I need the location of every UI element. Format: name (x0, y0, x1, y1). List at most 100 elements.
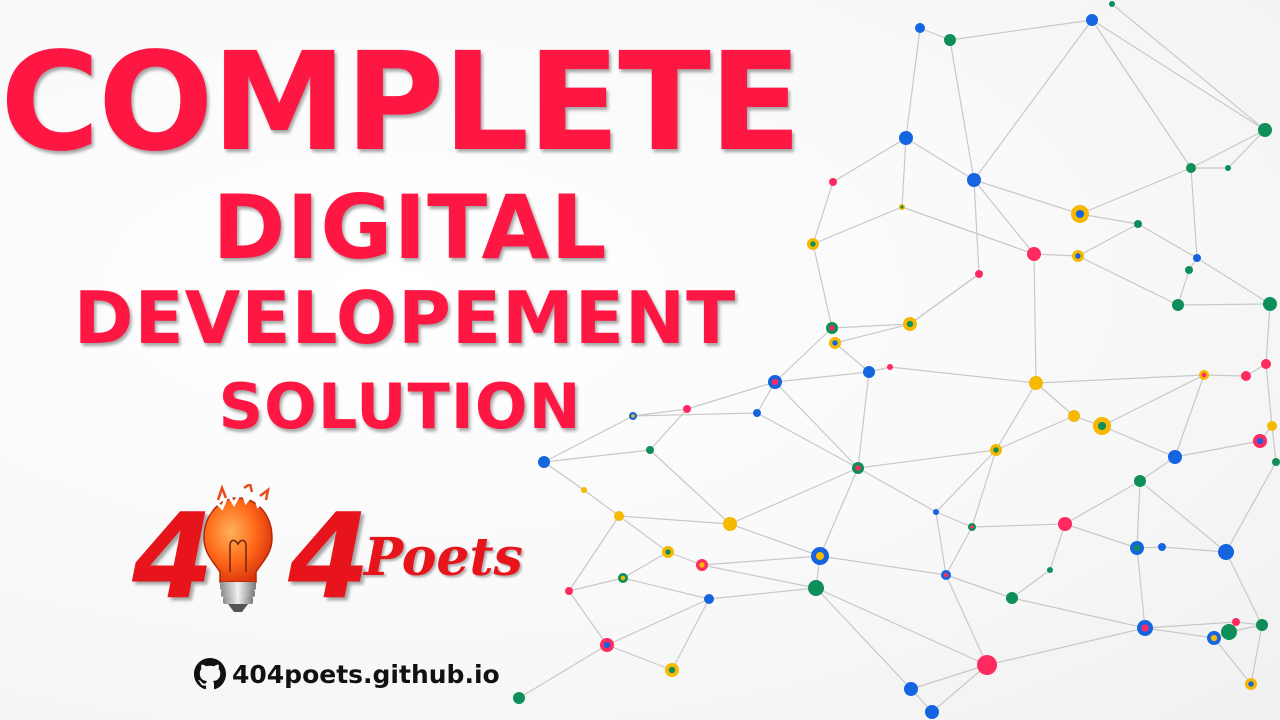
network-link (815, 587, 912, 690)
github-icon (194, 658, 226, 690)
network-link (1190, 129, 1266, 169)
network-node (513, 692, 525, 704)
network-link (834, 342, 870, 373)
network-node (1058, 517, 1072, 531)
network-link (819, 467, 859, 557)
network-link (1139, 480, 1227, 553)
headline-solution: SOLUTION (218, 370, 582, 443)
network-node-core (699, 562, 705, 568)
logo-404poets: 4 4 Poets (132, 484, 532, 624)
network-link (701, 564, 817, 589)
network-link (1265, 363, 1273, 427)
network-link (1077, 255, 1179, 306)
network-link (815, 587, 988, 666)
network-link (1190, 167, 1198, 259)
network-node (1029, 376, 1043, 390)
network-link (995, 415, 1075, 451)
network-node (614, 511, 624, 521)
network-link (729, 467, 859, 525)
network-node (863, 366, 875, 378)
network-link (1091, 19, 1192, 169)
network-node (1006, 592, 1018, 604)
network-link (606, 598, 710, 646)
network-link (995, 382, 1037, 451)
network-node (1256, 619, 1268, 631)
network-link (971, 523, 1066, 528)
network-node (1241, 371, 1251, 381)
network-node (1134, 475, 1146, 487)
network-node (1068, 410, 1080, 422)
network-link (1265, 303, 1271, 365)
network-link (1049, 523, 1066, 571)
lightbulb-icon (203, 484, 273, 612)
network-link (1033, 253, 1037, 384)
network-link (945, 574, 988, 666)
network-link (568, 590, 608, 646)
network-link (857, 371, 870, 469)
website-link[interactable]: 404poets.github.io (194, 654, 500, 694)
network-node-core (1097, 421, 1107, 431)
network-link (1111, 3, 1266, 131)
network-link (973, 179, 980, 275)
network-node (1168, 450, 1182, 464)
network-link (1144, 627, 1215, 639)
network-node (925, 705, 939, 719)
network-node-core (943, 572, 949, 578)
network-link (671, 598, 710, 671)
network-node (967, 173, 981, 187)
network-node (565, 587, 573, 595)
network-link (543, 449, 651, 463)
network-link (729, 523, 821, 557)
network-node (808, 580, 824, 596)
network-link (568, 515, 620, 592)
network-link (905, 137, 975, 181)
network-node (1232, 618, 1240, 626)
network-link (518, 644, 608, 699)
network-node (915, 23, 925, 33)
network-link (945, 574, 1013, 599)
network-link (622, 551, 669, 579)
network-link (905, 27, 921, 139)
network-link (708, 587, 817, 600)
network-node (1134, 220, 1142, 228)
network-node (1258, 123, 1272, 137)
network-node (1186, 163, 1196, 173)
banner: COMPLETE DIGITAL DEVELOPEMENT SOLUTION 4 (0, 0, 1280, 720)
network-link (1035, 382, 1075, 417)
network-node-core (668, 666, 676, 674)
network-link (1203, 374, 1247, 377)
network-node-core (603, 641, 611, 649)
network-node-core (1133, 544, 1141, 552)
headline-complete: COMPLETE (0, 24, 802, 182)
network-link (935, 511, 947, 576)
network-link (543, 461, 585, 491)
network-link (1177, 303, 1271, 306)
network-link (1136, 480, 1141, 549)
network-node (1263, 297, 1277, 311)
network-node (581, 487, 587, 493)
network-link (973, 19, 1093, 181)
network-link (1136, 547, 1146, 629)
network-node (887, 364, 893, 370)
network-node-core (900, 205, 904, 209)
network-node (1261, 359, 1271, 369)
network-node (1225, 165, 1231, 171)
headline-digital: DIGITAL (212, 176, 608, 279)
network-node (646, 446, 654, 454)
network-node-core (906, 320, 914, 328)
network-link (1225, 461, 1277, 553)
network-node (1086, 14, 1098, 26)
network-link (901, 137, 907, 208)
network-node (723, 517, 737, 531)
network-node (1185, 266, 1193, 274)
network-link (910, 664, 988, 690)
network-node (1047, 567, 1053, 573)
network-link (1077, 223, 1139, 257)
network-link (1271, 425, 1277, 463)
network-link (1174, 440, 1261, 458)
network-link (1137, 223, 1198, 259)
network-node (704, 594, 714, 604)
network-node (944, 34, 956, 46)
network-node (1193, 254, 1201, 262)
network-node-core (1075, 253, 1081, 259)
